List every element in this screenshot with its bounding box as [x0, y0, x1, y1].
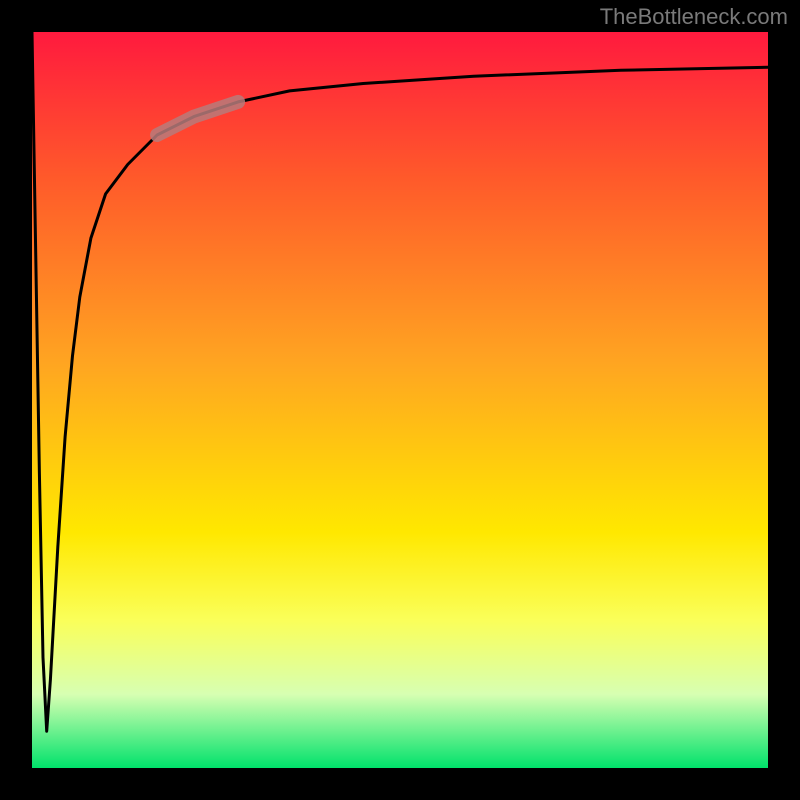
plot-background: [32, 32, 768, 768]
attribution-text: TheBottleneck.com: [600, 4, 788, 30]
chart-container: TheBottleneck.com: [0, 0, 800, 800]
bottleneck-chart: [0, 0, 800, 800]
